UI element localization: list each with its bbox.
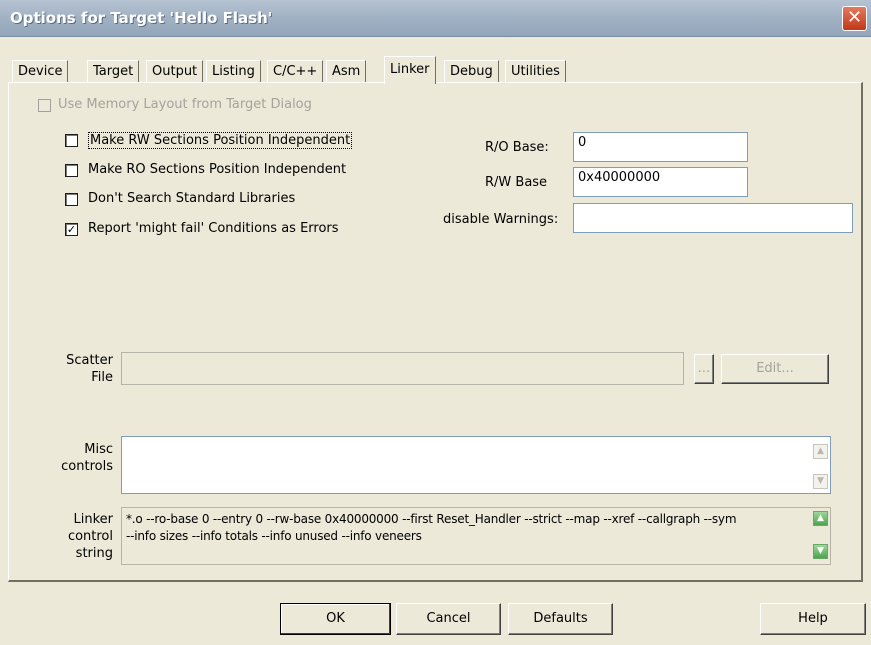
make-ro-position-independent-label: Make RO Sections Position Independent <box>88 162 347 177</box>
scroll-up-icon[interactable]: ▲ <box>813 511 828 526</box>
disable-warnings-input[interactable] <box>573 203 853 233</box>
dont-search-std-libraries-label: Don't Search Standard Libraries <box>88 191 296 206</box>
use-memory-layout-checkbox[interactable] <box>38 99 51 112</box>
help-button[interactable]: Help <box>760 603 866 635</box>
linker-control-label-line1: Linker <box>73 512 113 527</box>
disable-warnings-label: disable Warnings: <box>443 212 559 227</box>
cancel-button[interactable]: Cancel <box>396 603 501 635</box>
close-icon[interactable]: ✕ <box>842 6 867 31</box>
ok-button[interactable]: OK <box>280 603 391 635</box>
make-ro-position-independent-checkbox[interactable] <box>65 164 78 177</box>
rw-base-label: R/W Base <box>485 175 548 190</box>
report-might-fail-label: Report 'might fail' Conditions as Errors <box>88 221 339 236</box>
misc-controls-input[interactable] <box>121 436 831 494</box>
use-memory-layout-label: Use Memory Layout from Target Dialog <box>58 97 312 112</box>
tab-linker[interactable]: Linker <box>384 56 436 84</box>
report-might-fail-checkbox[interactable]: ✓ <box>65 223 78 236</box>
linker-control-label-line3: string <box>75 546 113 561</box>
make-rw-position-independent-checkbox[interactable] <box>65 134 78 147</box>
scroll-down-icon[interactable]: ▼ <box>813 544 828 559</box>
linker-content: Use Memory Layout from Target Dialog Mak… <box>8 82 863 582</box>
check-icon: ✓ <box>66 223 77 236</box>
scroll-up-icon[interactable]: ▲ <box>813 444 828 459</box>
tab-utilities[interactable]: Utilities <box>505 60 566 82</box>
tab-output[interactable]: Output <box>146 60 204 82</box>
tab-target[interactable]: Target <box>87 60 140 82</box>
scroll-down-icon[interactable]: ▼ <box>813 474 828 489</box>
make-rw-position-independent-label: Make RW Sections Position Independent <box>88 132 353 149</box>
ro-base-input[interactable]: 0 <box>573 132 748 162</box>
window-title: Options for Target 'Hello Flash' <box>10 9 273 27</box>
scatter-file-label-line1: Scatter <box>66 353 113 368</box>
title-bar[interactable]: Options for Target 'Hello Flash' ✕ <box>0 0 871 37</box>
linker-control-label-line2: control <box>67 529 113 544</box>
linker-control-string-line2: --info sizes --info totals --info unused… <box>126 529 422 543</box>
ro-base-label: R/O Base: <box>485 140 549 155</box>
linker-control-string-textbox: *.o --ro-base 0 --entry 0 --rw-base 0x40… <box>121 507 831 565</box>
scatter-file-label-line2: File <box>91 370 113 385</box>
linker-control-string-line1: *.o --ro-base 0 --entry 0 --rw-base 0x40… <box>126 512 737 526</box>
tab-device[interactable]: Device <box>12 60 69 82</box>
tab-c-cpp[interactable]: C/C++ <box>267 60 324 82</box>
tab-listing[interactable]: Listing <box>206 60 261 82</box>
misc-controls-label-line2: controls <box>61 459 113 474</box>
scatter-file-input[interactable] <box>121 352 684 385</box>
dont-search-std-libraries-checkbox[interactable] <box>65 193 78 206</box>
scatter-file-edit-button[interactable]: Edit... <box>721 354 829 384</box>
scatter-file-browse-button[interactable]: ... <box>694 354 714 384</box>
misc-controls-label-line1: Misc <box>84 442 113 457</box>
rw-base-input[interactable]: 0x40000000 <box>573 167 748 197</box>
tab-asm[interactable]: Asm <box>326 60 367 82</box>
defaults-button[interactable]: Defaults <box>508 603 613 635</box>
tab-debug[interactable]: Debug <box>444 60 499 82</box>
